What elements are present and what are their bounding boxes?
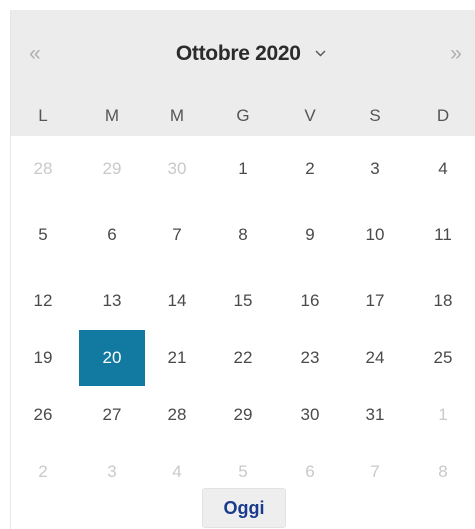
prev-month-button[interactable]: « <box>15 36 55 72</box>
day-cell[interactable]: 5 <box>10 207 76 263</box>
day-cell[interactable]: 2 <box>10 444 76 500</box>
day-cell[interactable]: 14 <box>144 273 210 329</box>
day-cell[interactable]: 13 <box>79 273 145 329</box>
next-month-button[interactable]: » <box>436 36 475 72</box>
month-year-label: Ottobre 2020 <box>175 42 301 65</box>
day-cell[interactable]: 19 <box>10 330 76 386</box>
day-grid: 28 29 30 1 2 3 4 5 6 7 8 9 10 11 12 13 14 15 16 17 18 19 20 21 2… <box>10 136 475 481</box>
day-cell[interactable]: 3 <box>342 141 408 197</box>
date-picker: « Ottobre 2020 » LMMGVSD 28 29 30 1 2 3 4 5 6 7 8 9… <box>10 10 475 529</box>
day-cell[interactable]: 25 <box>410 330 475 386</box>
weekday-label: D <box>436 106 450 125</box>
chevron-down-icon <box>315 50 326 57</box>
day-cell[interactable]: 10 <box>342 207 408 263</box>
day-cell[interactable]: 12 <box>10 273 76 329</box>
day-cell[interactable]: 22 <box>210 330 276 386</box>
day-cell[interactable]: 2 <box>277 141 343 197</box>
day-cell[interactable]: 3 <box>79 444 145 500</box>
calendar-header: « Ottobre 2020 » L M M G V S D <box>11 10 475 136</box>
double-chevron-right-icon: » <box>450 42 462 65</box>
day-cell[interactable]: 21 <box>144 330 210 386</box>
day-cell[interactable]: 30 <box>144 141 210 197</box>
double-chevron-left-icon: « <box>29 42 41 65</box>
day-cell[interactable]: 15 <box>210 273 276 329</box>
day-cell[interactable]: 9 <box>277 207 343 263</box>
day-cell[interactable]: 17 <box>342 273 408 329</box>
day-cell[interactable]: 29 <box>79 141 145 197</box>
weekday-label: M <box>104 106 120 125</box>
weekday-label: L <box>38 106 48 125</box>
day-cell[interactable]: 6 <box>277 444 343 500</box>
day-cell[interactable]: 26 <box>10 387 76 443</box>
weekday-label: M <box>169 106 185 125</box>
day-cell[interactable]: 11 <box>410 207 475 263</box>
day-cell-selected[interactable]: 20 <box>79 330 145 386</box>
day-cell[interactable]: 24 <box>342 330 408 386</box>
day-cell[interactable]: 4 <box>144 444 210 500</box>
month-year-selector[interactable]: Ottobre 2020 <box>131 36 371 72</box>
day-cell[interactable]: 7 <box>342 444 408 500</box>
day-cell[interactable]: 30 <box>277 387 343 443</box>
day-cell[interactable]: 8 <box>210 207 276 263</box>
weekday-label: G <box>236 106 250 125</box>
day-cell[interactable]: 8 <box>410 444 475 500</box>
day-cell[interactable]: 28 <box>144 387 210 443</box>
day-cell[interactable]: 23 <box>277 330 343 386</box>
weekday-label: V <box>304 106 316 125</box>
weekday-header-row: LMMGVSD <box>11 96 475 136</box>
day-cell[interactable]: 4 <box>410 141 475 197</box>
day-cell[interactable]: 29 <box>210 387 276 443</box>
today-button[interactable]: Oggi <box>202 488 286 528</box>
weekday-label: S <box>369 106 381 125</box>
day-cell[interactable]: 1 <box>410 387 475 443</box>
day-cell[interactable]: 7 <box>144 207 210 263</box>
day-cell[interactable]: 18 <box>410 273 475 329</box>
day-cell[interactable]: 27 <box>79 387 145 443</box>
day-cell[interactable]: 16 <box>277 273 343 329</box>
day-cell[interactable]: 6 <box>79 207 145 263</box>
day-cell[interactable]: 28 <box>10 141 76 197</box>
day-cell[interactable]: 1 <box>210 141 276 197</box>
day-cell[interactable]: 31 <box>342 387 408 443</box>
